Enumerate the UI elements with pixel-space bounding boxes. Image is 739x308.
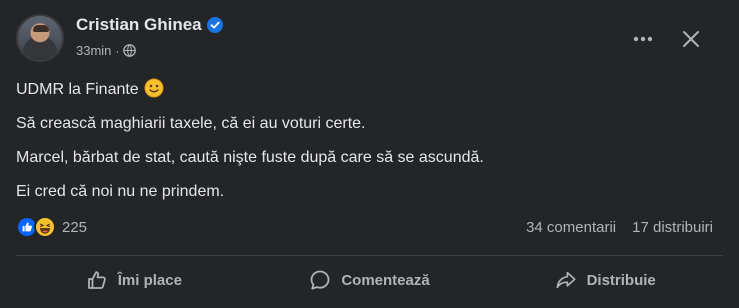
post-line-4: Ei cred că noi nu ne prindem. <box>16 183 225 200</box>
post-line-1-text: UDMR la Finante <box>16 81 139 98</box>
engagement-counts: 34 comentarii 17 distribuiri <box>526 219 713 236</box>
more-options-icon <box>633 36 653 42</box>
close-icon <box>682 30 700 48</box>
slightly-smiling-face-icon <box>144 78 164 98</box>
comment-button[interactable]: Comentează <box>252 260 488 300</box>
thumbs-up-icon <box>86 269 108 291</box>
more-options-button[interactable] <box>628 24 658 54</box>
post-line-1: UDMR la Finante <box>16 78 164 100</box>
shares-count[interactable]: 17 distribuiri <box>632 219 713 236</box>
comments-count[interactable]: 34 comentarii <box>526 219 616 236</box>
meta-separator: · <box>115 43 120 58</box>
share-button[interactable]: Distribuie <box>487 260 723 300</box>
comment-label: Comentează <box>341 271 430 289</box>
reaction-summary[interactable]: 225 <box>16 216 87 238</box>
author-avatar[interactable] <box>16 14 64 62</box>
haha-reaction-icon <box>34 216 56 238</box>
reaction-count: 225 <box>62 218 88 236</box>
share-label: Distribuie <box>586 271 656 289</box>
verified-badge-icon <box>206 17 223 33</box>
globe-icon[interactable] <box>123 44 137 57</box>
post-line-3: Marcel, bărbat de stat, caută nişte fust… <box>16 149 484 166</box>
action-divider <box>16 255 723 256</box>
post-timestamp[interactable]: 33min <box>76 43 111 58</box>
avatar-hair <box>33 25 49 32</box>
like-label: Îmi place <box>117 271 182 289</box>
author-name[interactable]: Cristian Ghinea <box>76 15 202 35</box>
share-arrow-icon <box>555 269 577 291</box>
author-row: Cristian Ghinea <box>76 14 223 36</box>
post-card: Cristian Ghinea 33min · UDMR la Finante … <box>0 0 739 308</box>
post-meta: 33min · <box>76 43 137 58</box>
action-bar: Îmi place Comentează Distribuie <box>16 260 723 300</box>
comment-bubble-icon <box>309 269 331 291</box>
post-line-2: Să crească maghiarii taxele, că ei au vo… <box>16 115 366 132</box>
close-button[interactable] <box>676 24 706 54</box>
like-button[interactable]: Îmi place <box>16 260 252 300</box>
